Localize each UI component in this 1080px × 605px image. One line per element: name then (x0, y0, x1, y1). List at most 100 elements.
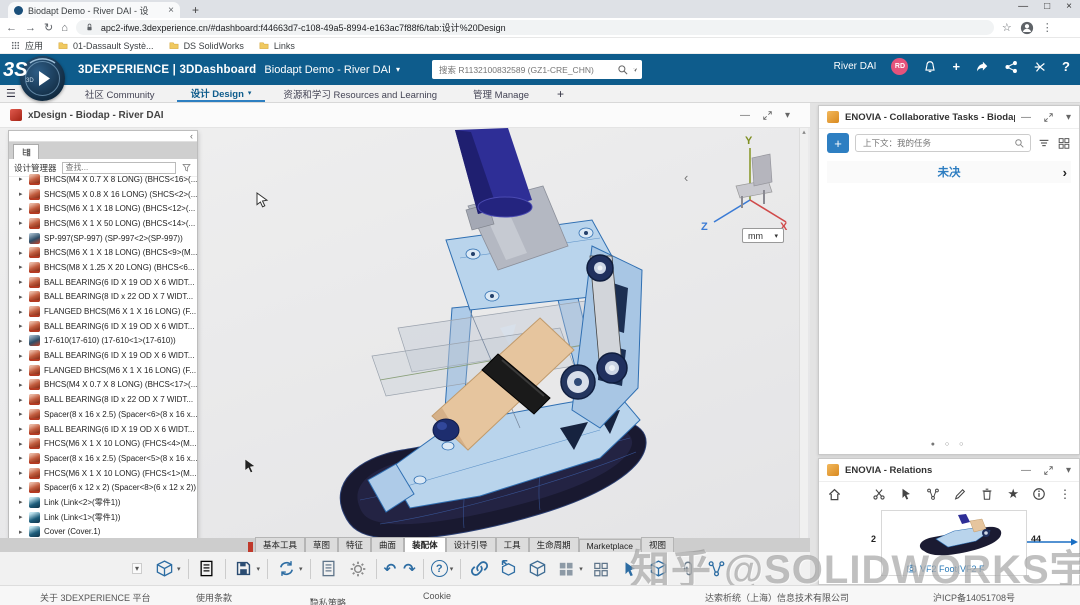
tree-row[interactable]: ▸ 17-610(17-610) (17-610<1>(17-610)) (9, 334, 197, 349)
board-view-icon[interactable] (1057, 136, 1071, 150)
ribbon-tab[interactable]: 草图 (305, 537, 339, 552)
apps-shortcut[interactable]: 应用 (10, 39, 43, 52)
platform-search-input[interactable] (437, 63, 614, 76)
bookmark-folder-solidworks[interactable]: DS SolidWorks (168, 40, 244, 51)
expand-arrow-icon[interactable]: ▸ (19, 469, 25, 477)
dashboard-title[interactable]: Biodapt Demo - River DAI (264, 64, 391, 76)
expand-arrow-icon[interactable]: ▸ (19, 322, 25, 330)
expand-arrow-icon[interactable]: ▸ (19, 278, 25, 286)
bookmark-folder-dassault[interactable]: 01-Dassault Systè... (57, 40, 154, 51)
redo-icon[interactable]: ↷ (403, 560, 416, 578)
tree-row[interactable]: ▸ Link (Link<2>(零件1)) (9, 495, 197, 510)
home-icon[interactable]: ⌂ (61, 22, 68, 34)
ribbon-tab[interactable]: 基本工具 (255, 537, 306, 552)
home-icon[interactable] (827, 487, 842, 502)
window-minimize-button[interactable]: — (1018, 1, 1028, 12)
new-component-icon[interactable] (526, 558, 548, 580)
save-caret-icon[interactable]: ▾ (257, 565, 261, 573)
browser-tab[interactable]: Biodapt Demo - River DAI - 设 × (8, 2, 180, 18)
window-restore-button[interactable]: □ (1044, 1, 1050, 12)
tree-row[interactable]: ▸ BHCS(M6 X 1 X 50 LONG) (BHCS<14>(... (9, 216, 197, 231)
tree-row[interactable]: ▸ BHCS(M6 X 1 X 18 LONG) (BHCS<9>(M... (9, 245, 197, 260)
expand-arrow-icon[interactable]: ▸ (19, 249, 25, 257)
tree-row[interactable]: ▸ BALL BEARING(6 ID X 19 OD X 6 WIDT... (9, 275, 197, 290)
tree-row[interactable]: ▸ Spacer(8 x 16 x 2.5) (Spacer<6>(8 x 16… (9, 407, 197, 422)
tree-row[interactable]: ▸ SP-997(SP-997) (SP-997<2>(SP-997)) (9, 231, 197, 246)
widget-maximize-icon[interactable] (1043, 465, 1054, 476)
add-dashboard-tab-icon[interactable]: + (557, 87, 564, 101)
insert-component-icon[interactable] (497, 558, 519, 580)
user-avatar[interactable]: RD (891, 58, 909, 75)
favorite-star-icon[interactable]: ★ (1007, 486, 1019, 502)
ribbon-tab[interactable]: 曲面 (371, 537, 405, 552)
panel-collapse-icon[interactable]: ‹ (684, 170, 688, 185)
units-dropdown[interactable]: mm ▾ (742, 228, 784, 243)
expand-arrow-icon[interactable]: ▸ (19, 410, 25, 418)
ribbon-tab[interactable]: 装配体 (404, 537, 446, 552)
profile-avatar-icon[interactable] (1020, 21, 1034, 35)
platform-search[interactable]: ▾ (432, 60, 642, 79)
tree-row[interactable]: ▸ BHCS(M8 X 1.25 X 20 LONG) (BHCS<6... (9, 260, 197, 275)
browser-menu-icon[interactable]: ⋮ (1042, 21, 1053, 34)
expand-arrow-icon[interactable]: ▸ (19, 528, 25, 536)
widget-minimize-icon[interactable]: — (740, 110, 750, 121)
expand-arrow-icon[interactable]: ▸ (19, 337, 25, 345)
tree-row[interactable]: ▸ BALL BEARING(8 ID x 22 OD X 7 WIDT... (9, 392, 197, 407)
new-tab-button[interactable]: + (192, 3, 199, 17)
expand-arrow-icon[interactable]: ▸ (19, 205, 25, 213)
expand-arrow-icon[interactable]: ▸ (19, 366, 25, 374)
terms-link[interactable]: 使用条款 (196, 591, 232, 604)
tree-row[interactable]: ▸ BALL BEARING(8 ID x 22 OD X 7 WIDT... (9, 290, 197, 305)
expand-arrow-icon[interactable]: ▸ (19, 440, 25, 448)
tree-row[interactable]: ▸ FLANGED BHCS(M6 X 1 X 16 LONG) (F... (9, 363, 197, 378)
help-icon[interactable]: ? (1062, 59, 1070, 74)
sort-filter-icon[interactable] (1037, 136, 1051, 150)
expand-arrow-icon[interactable]: ▸ (19, 513, 25, 521)
cut-relations-icon[interactable] (872, 487, 886, 501)
disconnect-nodes-icon[interactable] (926, 487, 940, 501)
cookie-link[interactable]: Cookie (423, 591, 451, 601)
open-icon[interactable] (196, 558, 218, 580)
task-column-header[interactable]: 未决 › (827, 161, 1071, 183)
info-icon[interactable] (1032, 487, 1046, 501)
dashboard-tab[interactable]: 资源和学习 Resources and Learning (269, 85, 455, 102)
more-options-icon[interactable]: ⋮ (1059, 487, 1071, 501)
tree-tab[interactable] (13, 144, 39, 159)
scroll-up-icon[interactable]: ▴ (802, 129, 806, 136)
tree-collapse-icon[interactable]: ‹ (190, 131, 193, 141)
ribbon-tab[interactable]: 设计引导 (445, 537, 496, 552)
expand-arrow-icon[interactable]: ▸ (19, 484, 25, 492)
add-content-icon[interactable]: + (952, 59, 960, 74)
tree-row[interactable]: ▸ Cover (Cover.1) (9, 525, 197, 540)
bookmark-folder-links[interactable]: Links (258, 40, 295, 51)
widget-menu-caret-icon[interactable]: ▾ (1066, 112, 1071, 123)
tree-row[interactable]: ▸ Link (Link<1>(零件1)) (9, 510, 197, 525)
expand-arrow-icon[interactable]: ▸ (19, 175, 25, 183)
expand-arrow-icon[interactable]: ▸ (19, 352, 25, 360)
help-caret-icon[interactable]: ▾ (450, 565, 454, 573)
widget-menu-caret-icon[interactable]: ▾ (785, 110, 790, 121)
tree-row[interactable]: ▸ BHCS(M4 X 0.7 X 8 LONG) (BHCS<16>(... (9, 172, 197, 187)
expand-arrow-icon[interactable]: ▸ (19, 190, 25, 198)
tree-row[interactable]: ▸ BALL BEARING(6 ID X 19 OD X 6 WIDT... (9, 348, 197, 363)
tree-row[interactable]: ▸ FHCS(M6 X 1 X 10 LONG) (FHCS<1>(M... (9, 466, 197, 481)
expand-arrow-icon[interactable]: ▸ (19, 396, 25, 404)
expand-arrow-icon[interactable]: ▸ (19, 425, 25, 433)
expand-arrow-icon[interactable]: ▸ (19, 454, 25, 462)
address-bar[interactable]: apc2-ifwe.3dexperience.cn/#dashboard:f44… (75, 20, 994, 35)
3ds-play-icon[interactable] (1033, 60, 1047, 74)
tree-row[interactable]: ▸ Spacer(8 x 16 x 2.5) (Spacer<5>(8 x 16… (9, 451, 197, 466)
new-design-caret-icon[interactable]: ▾ (177, 565, 181, 573)
share-arrow-icon[interactable] (975, 60, 989, 74)
linear-pattern-icon[interactable] (590, 558, 612, 580)
expand-arrow-icon[interactable]: ▸ (19, 498, 25, 506)
sidebar-menu-icon[interactable]: ☰ (6, 87, 16, 100)
add-task-button[interactable]: + (827, 133, 849, 153)
widget-maximize-icon[interactable] (762, 110, 773, 121)
bookmark-star-icon[interactable]: ☆ (1002, 21, 1012, 34)
task-search-input[interactable] (861, 137, 1010, 149)
pattern-caret-icon[interactable]: ▾ (579, 565, 583, 573)
new-design-icon[interactable] (153, 558, 175, 580)
expand-arrow-icon[interactable]: ▸ (19, 219, 25, 227)
expand-arrow-icon[interactable]: ▸ (19, 263, 25, 271)
